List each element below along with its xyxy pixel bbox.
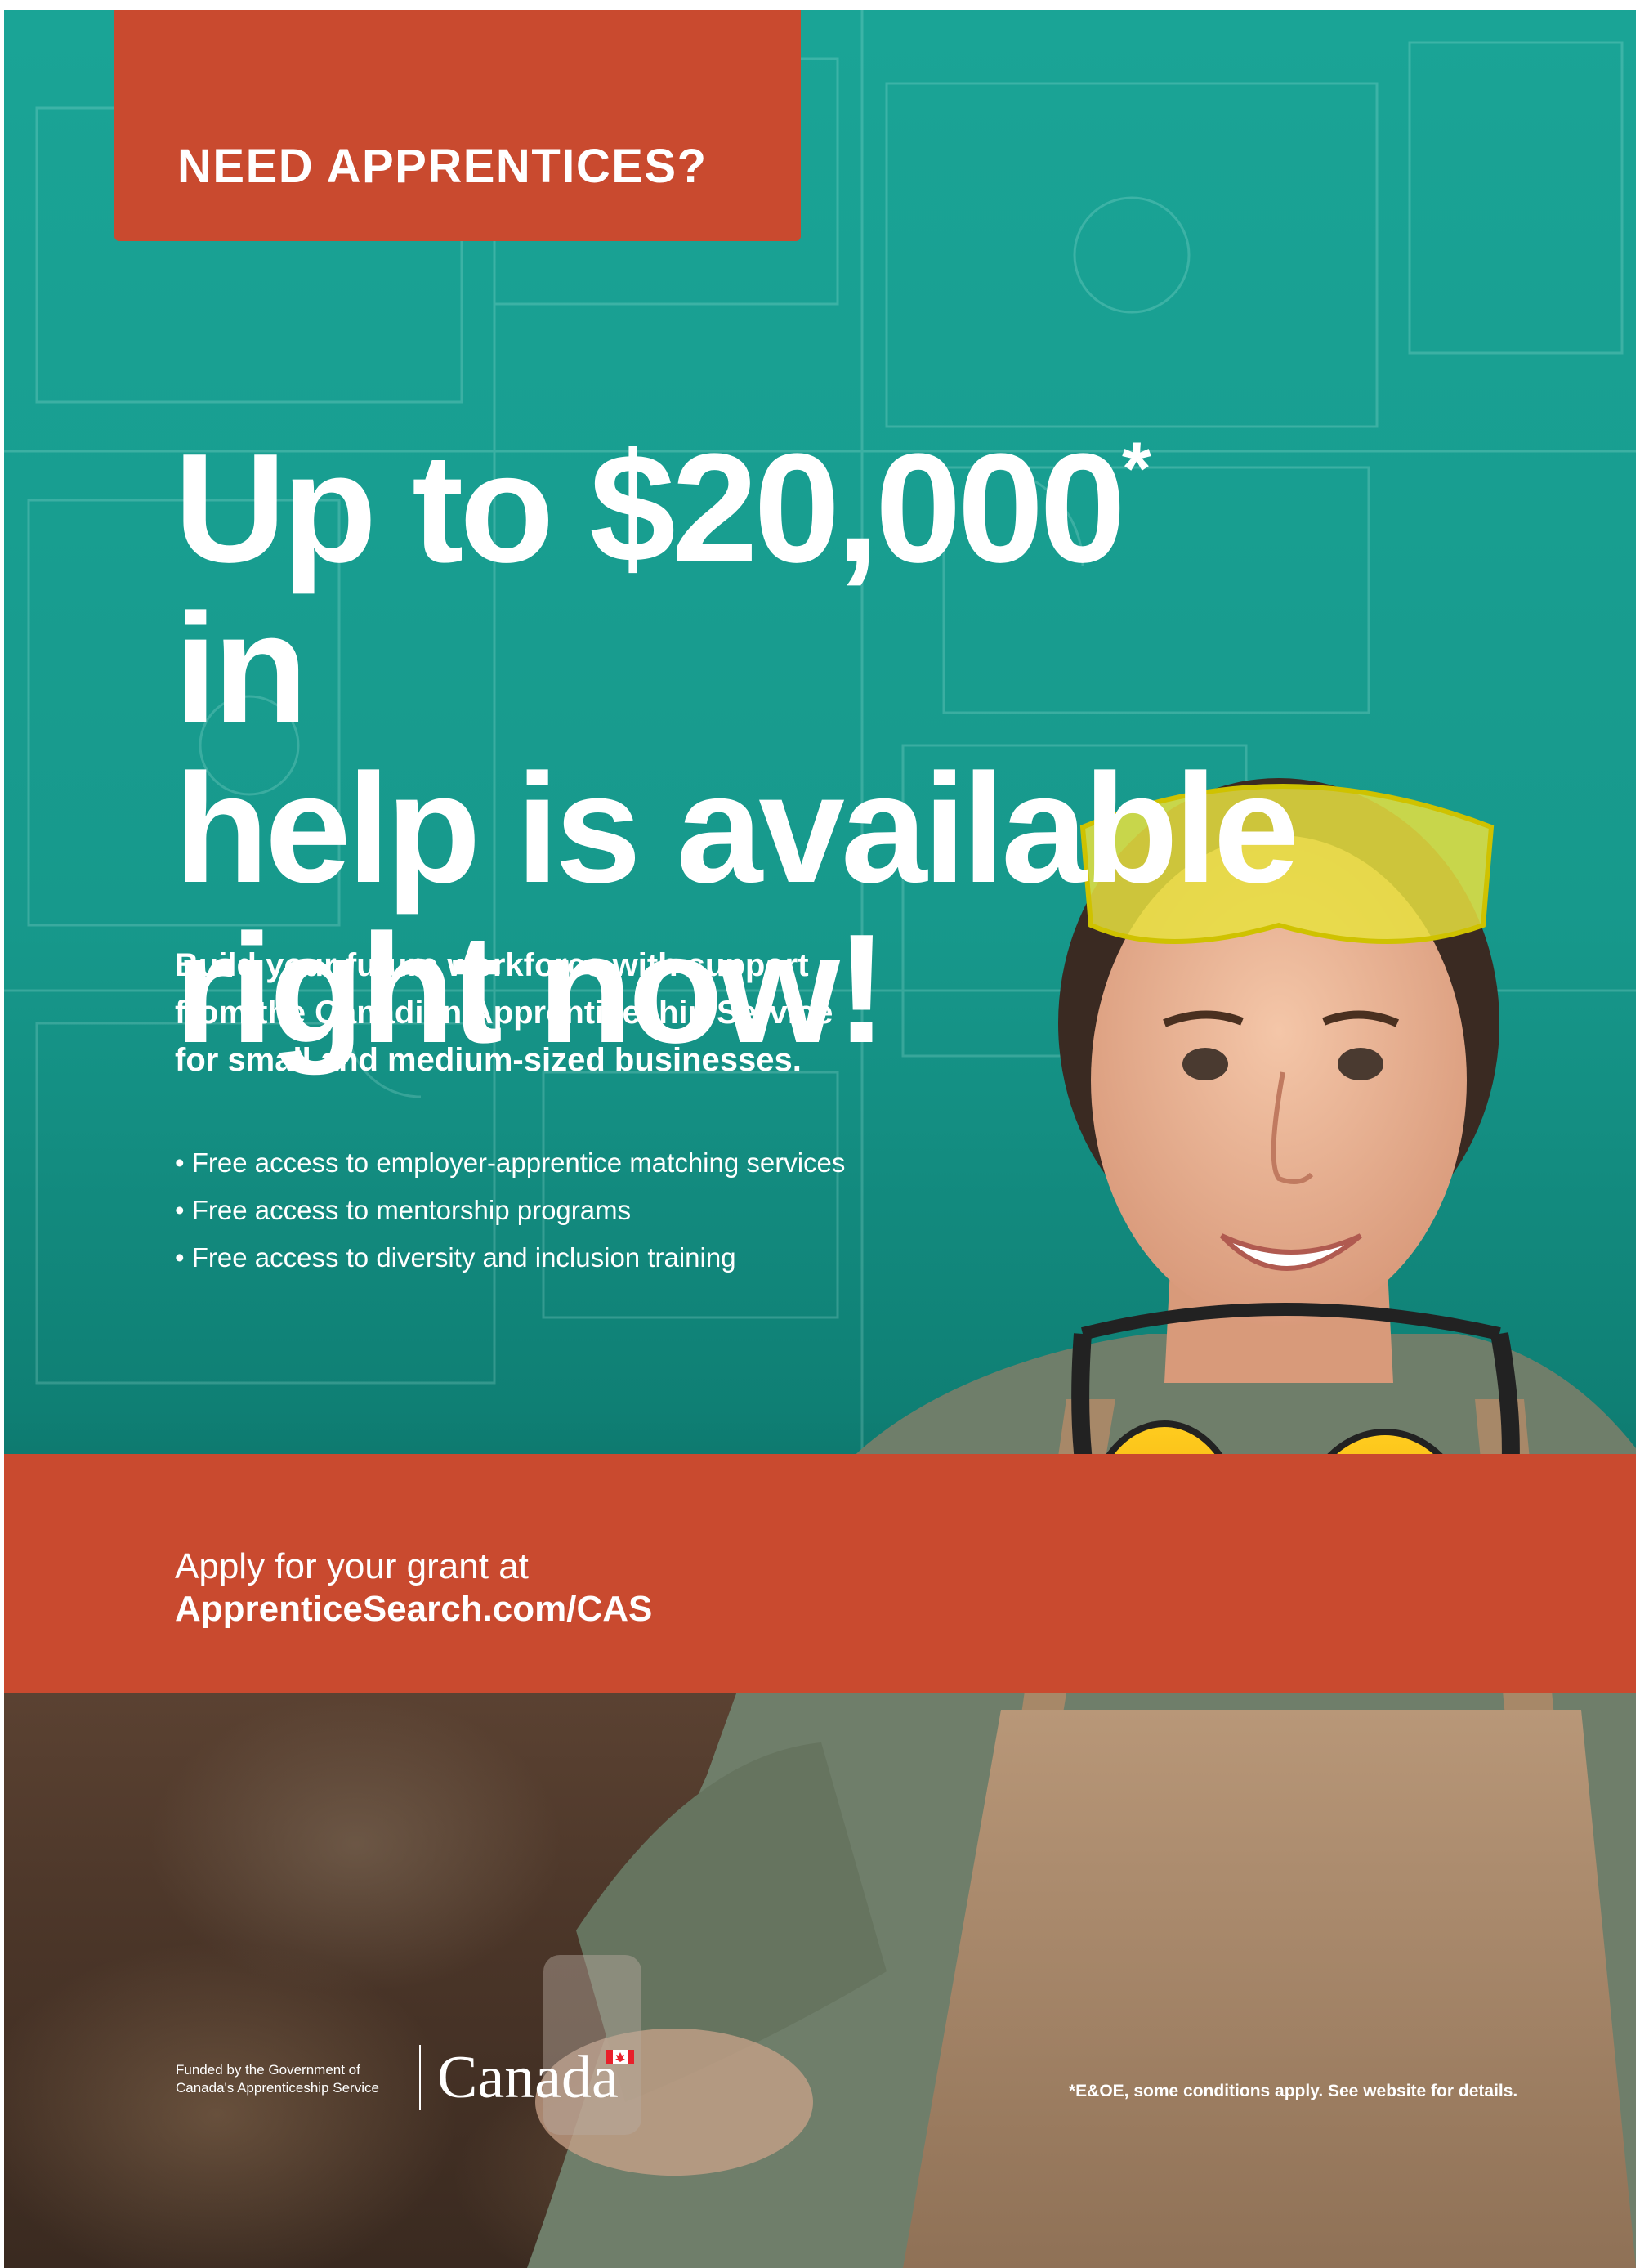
- funding-line1: Funded by the Government of: [176, 2062, 360, 2078]
- cta-url-link[interactable]: ApprenticeSearch.com/CAS: [175, 1589, 652, 1629]
- banner-label: NEED APPRENTICES?: [177, 140, 708, 193]
- funding-line2: Canada's Apprenticeship Service: [176, 2080, 379, 2096]
- poster: NEED APPRENTICES? Up to $20,000* in help…: [4, 10, 1636, 2268]
- benefits-list: Free access to employer-apprentice match…: [175, 1139, 846, 1282]
- cta-banner: Apply for your grant at ApprenticeSearch…: [4, 1454, 1636, 1693]
- subhead-line2: from the Canadian Apprenticeship Service: [175, 995, 833, 1031]
- subhead: Build your future workforce with support…: [175, 942, 992, 1084]
- canada-wordmark: Canada: [437, 2044, 619, 2111]
- need-apprentices-banner: NEED APPRENTICES?: [114, 10, 801, 241]
- subhead-line1: Build your future workforce with support: [175, 947, 809, 983]
- logo-divider: [419, 2045, 421, 2110]
- benefit-item: Free access to employer-apprentice match…: [175, 1139, 846, 1187]
- cta-line: Apply for your grant at: [175, 1546, 529, 1586]
- benefit-item: Free access to diversity and inclusion t…: [175, 1234, 845, 1282]
- headline-line2: help is available: [174, 742, 1299, 915]
- canada-flag-icon: [606, 2050, 634, 2064]
- headline-asterisk: *: [1121, 427, 1151, 511]
- headline-line1-end: in: [174, 582, 308, 755]
- subhead-line3: for small and medium-sized businesses.: [175, 1042, 802, 1078]
- headline-amount: Up to $20,000: [174, 422, 1126, 595]
- cta-text: Apply for your grant at ApprenticeSearch…: [175, 1546, 652, 1631]
- disclaimer: *E&OE, some conditions apply. See websit…: [1069, 2082, 1518, 2100]
- benefit-item: Free access to mentorship programs: [175, 1187, 845, 1234]
- funding-statement: Funded by the Government of Canada's App…: [176, 2061, 421, 2097]
